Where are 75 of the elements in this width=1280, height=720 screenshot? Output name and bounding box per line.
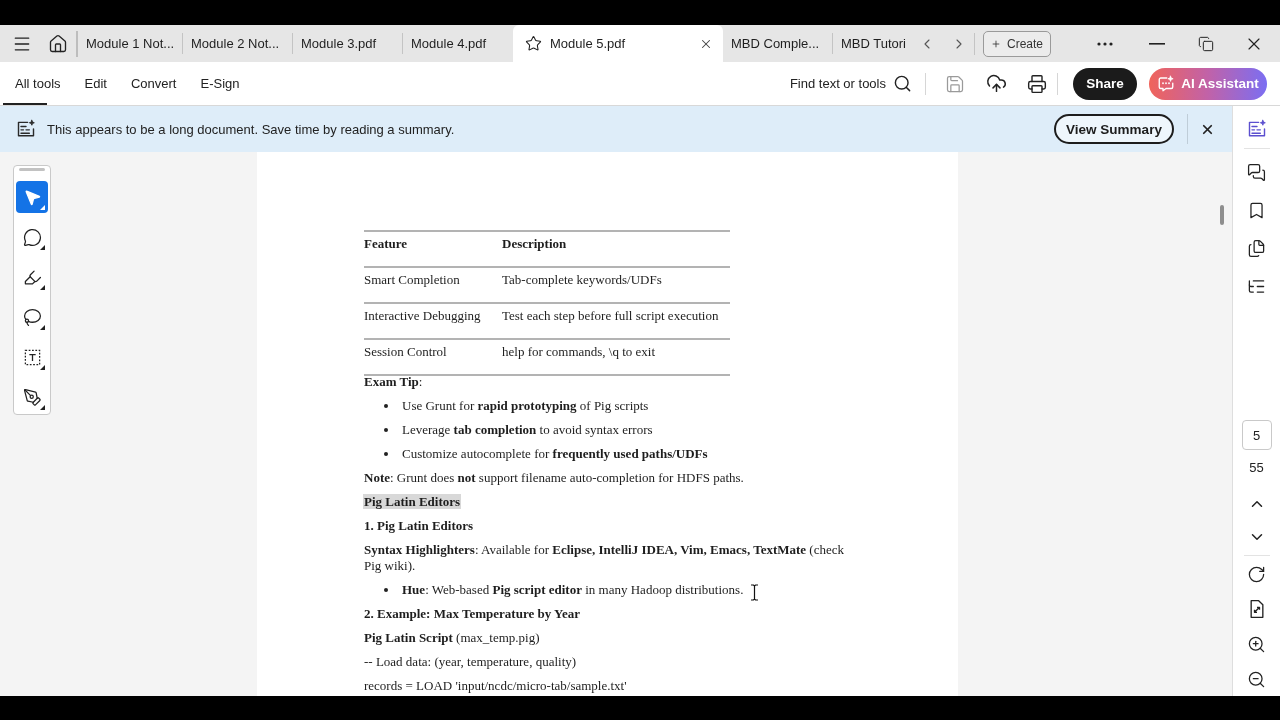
document-tab[interactable]: Module 4.pdf <box>403 25 513 62</box>
restore-icon <box>1198 35 1214 52</box>
document-sparkle-icon <box>16 119 36 139</box>
printer-icon <box>1027 73 1047 94</box>
heading: Pig Latin Editors <box>363 494 462 509</box>
find-tools-button[interactable]: Find text or tools <box>783 67 918 100</box>
corner-triangle-icon <box>40 285 45 290</box>
table-cell: Test each step before full script execution <box>502 303 730 339</box>
ai-assistant-button[interactable]: AI Assistant <box>1149 67 1267 100</box>
comment-icon <box>22 227 42 247</box>
paragraph: -- Load data: (year, temperature, quality) <box>364 654 578 670</box>
pages-icon <box>1247 238 1266 258</box>
search-icon <box>893 74 912 93</box>
table-cell: help for commands, \q to exit <box>502 339 730 375</box>
page-count: 55 <box>1249 460 1264 476</box>
table-cell: Tab-complete keywords/UDFs <box>502 267 730 303</box>
document-tab[interactable]: Module 5.pdf <box>513 25 723 62</box>
home-icon <box>48 33 68 54</box>
corner-triangle-icon <box>40 245 45 250</box>
document-tab[interactable]: Module 3.pdf <box>293 25 403 62</box>
create-button[interactable]: Create <box>983 30 1051 57</box>
bullet-text: Use Grunt for rapid prototyping of Pig scripts <box>402 398 649 414</box>
ellipsis-icon <box>1097 41 1113 46</box>
bookmark-icon <box>1247 200 1266 220</box>
heading: 2. Example: Max Temperature by Year <box>363 606 581 621</box>
document-sparkle-icon <box>1246 119 1267 139</box>
pen-nib-icon <box>22 387 42 407</box>
corner-triangle-icon <box>40 205 45 210</box>
heading: 1. Pig Latin Editors <box>363 518 475 533</box>
cloud-upload-icon <box>985 73 1007 94</box>
table-cell: Session Control <box>364 339 502 375</box>
table-cell: Interactive Debugging <box>364 303 502 339</box>
grip-handle[interactable] <box>19 168 45 171</box>
text-box-icon <box>22 347 42 367</box>
save-icon <box>945 73 965 94</box>
paragraph: Exam Tip: <box>364 374 424 390</box>
rotate-icon <box>1247 564 1266 584</box>
column-header: Feature <box>364 231 502 267</box>
lasso-icon <box>22 307 42 327</box>
paragraph: Note: Grunt does not support filename auto-completion for HDFS paths. <box>364 470 745 486</box>
column-header: Description <box>502 231 730 267</box>
comments-icon <box>1247 162 1266 182</box>
chat-sparkle-icon <box>1157 74 1176 93</box>
bullet-icon <box>384 404 388 408</box>
banner-message: This appears to be a long document. Save time by reading a summary. <box>47 121 455 137</box>
paragraph: records = LOAD 'input/ncdc/micro-tab/sample.txt' <box>364 678 628 694</box>
star-icon <box>525 35 542 52</box>
toolbar-tab[interactable]: Edit <box>72 62 119 105</box>
toolbar-tab[interactable]: All tools <box>3 62 73 105</box>
corner-triangle-icon <box>40 405 45 410</box>
scrollbar-thumb[interactable] <box>1220 205 1224 225</box>
document-tab[interactable]: MBD Tutori <box>833 25 916 62</box>
bullet-text: Hue: Web-based Pig script editor in many Hadoop distributions. <box>402 582 744 598</box>
toolbar-tab[interactable]: Convert <box>118 62 189 105</box>
toolbar-tab[interactable]: E-Sign <box>188 62 252 105</box>
view-summary-button[interactable]: View Summary <box>1054 114 1174 144</box>
bullet-icon <box>384 428 388 432</box>
paragraph: Pig Latin Script (max_temp.pig) <box>364 630 541 646</box>
zoom-out-icon <box>1247 669 1266 689</box>
text-cursor-icon <box>750 584 759 601</box>
document-tab[interactable]: MBD Comple... <box>723 25 833 62</box>
page-number-field[interactable]: 5 <box>1241 420 1272 450</box>
bullet-text: Customize autocomplete for frequently used paths/UDFs <box>402 446 708 462</box>
minimize-icon <box>1149 42 1165 45</box>
share-button[interactable]: Share <box>1073 67 1137 100</box>
document-tab[interactable]: Module 1 Not... <box>78 25 183 62</box>
zoom-in-icon <box>1247 634 1266 654</box>
paragraph: Syntax Highlighters: Available for Eclipse, IntelliJ IDEA, Vim, Emacs, TextMate (check Pig wiki). <box>364 542 845 574</box>
bullet-icon <box>384 588 388 592</box>
document-tab[interactable]: Module 2 Not... <box>183 25 293 62</box>
table-cell: Smart Completion <box>364 267 502 303</box>
corner-triangle-icon <box>40 365 45 370</box>
bullet-text: Leverage tab completion to avoid syntax errors <box>402 422 653 438</box>
corner-triangle-icon <box>40 325 45 330</box>
bullet-icon <box>384 452 388 456</box>
